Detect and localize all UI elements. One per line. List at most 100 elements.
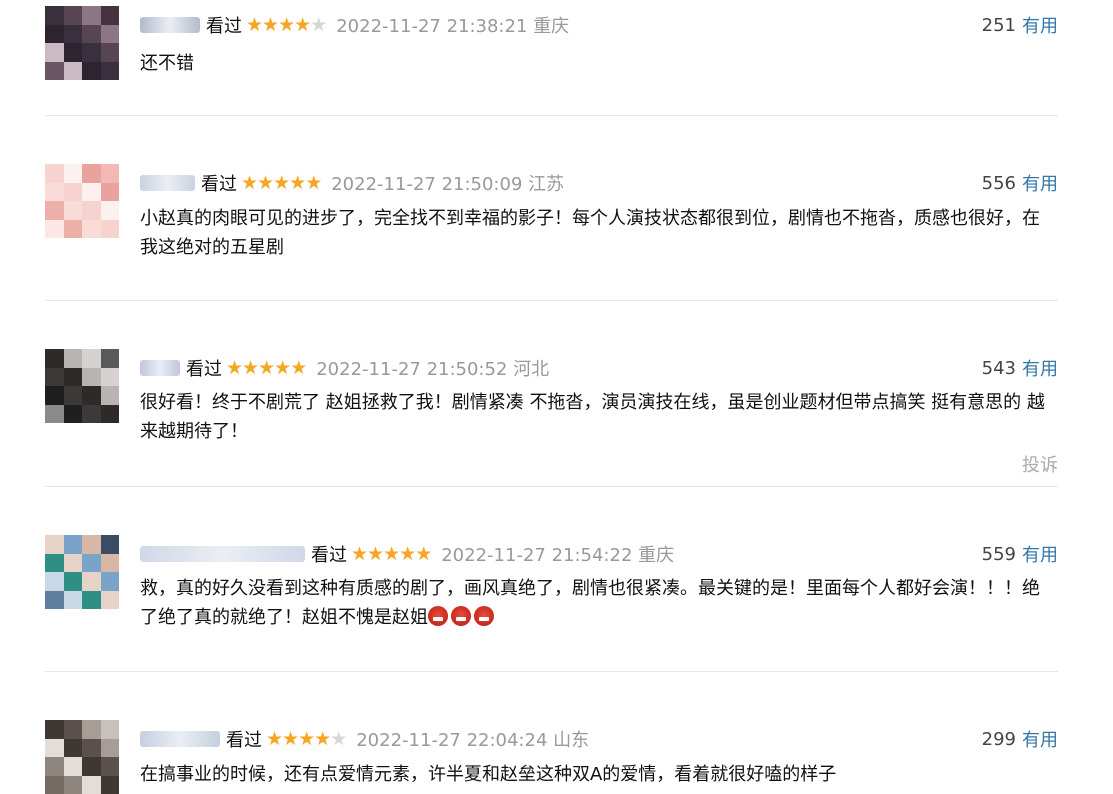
comment-time: 2022-11-27 21:38:21 (336, 16, 528, 37)
comment-item: 看过 ★ ★ ★ ★ ★ 2022-11-27 21:38:21 重庆 251 有用 还不错 (0, 0, 1113, 116)
star-filled-icon: ★ (298, 727, 315, 750)
comment-time: 2022-11-27 21:50:52 (316, 359, 508, 380)
useful-button[interactable]: 有用 (1022, 355, 1058, 381)
angry-face-emoji-icon (428, 606, 448, 626)
angry-face-emoji-icon (451, 606, 471, 626)
comment-text-block: 救，真的好久没看到这种有质感的剧了，画风真绝了，剧情也很紧凑。最关键的是！里面每… (140, 574, 1055, 632)
comment-text: 很好看！终于不剧荒了 赵姐拯救了我！剧情紧凑 不拖沓，演员演技在线，虽是创业题材… (140, 392, 1045, 442)
watched-status: 看过 (201, 174, 237, 195)
vote-count: 299 (981, 728, 1016, 750)
useful-button[interactable]: 有用 (1022, 170, 1058, 196)
username-blurred[interactable] (140, 360, 180, 376)
username-blurred[interactable] (140, 17, 200, 33)
vote-area: 543 有用 (982, 355, 1058, 381)
star-filled-icon: ★ (258, 356, 275, 379)
avatar[interactable] (45, 720, 119, 794)
avatar[interactable] (45, 164, 119, 238)
star-filled-icon: ★ (305, 171, 322, 194)
comment-header: 看过 ★ ★ ★ ★ ★ 2022-11-27 22:04:24 山东 (140, 726, 589, 752)
comment-time: 2022-11-27 21:54:22 (441, 545, 633, 566)
vote-count: 251 (981, 14, 1016, 36)
comment-item: 看过 ★ ★ ★ ★ ★ 2022-11-27 21:50:09 江苏 556 有用 小赵真的肉眼… (0, 116, 1113, 301)
comment-item: 看过 ★ ★ ★ ★ ★ 2022-11-27 22:04:24 山东 299 有用 在搞事业的时… (0, 672, 1113, 794)
star-filled-icon: ★ (367, 542, 384, 565)
comment-location: 河北 (513, 359, 550, 380)
star-filled-icon: ★ (274, 356, 291, 379)
watched-status: 看过 (186, 359, 222, 380)
star-empty-icon: ★ (330, 727, 347, 750)
comment-item: 看过 ★ ★ ★ ★ ★ 2022-11-27 21:50:52 河北 543 有用 很好看！终于… (0, 301, 1113, 487)
comment-time: 2022-11-27 22:04:24 (356, 730, 548, 751)
star-filled-icon: ★ (383, 542, 400, 565)
vote-count: 543 (981, 357, 1016, 379)
star-filled-icon: ★ (226, 356, 243, 379)
comment-text-block: 还不错 (140, 49, 1055, 78)
vote-area: 251 有用 (982, 12, 1058, 38)
comment-header: 看过 ★ ★ ★ ★ ★ 2022-11-27 21:50:52 河北 (140, 355, 549, 381)
comment-text: 小赵真的肉眼可见的进步了，完全找不到幸福的影子！每个人演技状态都很到位，剧情也不… (140, 208, 1040, 258)
comment-text-block: 很好看！终于不剧荒了 赵姐拯救了我！剧情紧凑 不拖沓，演员演技在线，虽是创业题材… (140, 388, 1055, 446)
star-filled-icon: ★ (282, 727, 299, 750)
comment-text: 还不错 (140, 53, 194, 74)
vote-area: 299 有用 (982, 726, 1058, 752)
star-filled-icon: ★ (273, 171, 290, 194)
rating-stars: ★ ★ ★ ★ ★ (246, 13, 327, 36)
star-filled-icon: ★ (257, 171, 274, 194)
rating-stars: ★ ★ ★ ★ ★ (351, 542, 432, 565)
vote-area: 559 有用 (982, 541, 1058, 567)
rating-stars: ★ ★ ★ ★ ★ (226, 356, 307, 379)
watched-status: 看过 (311, 545, 347, 566)
star-filled-icon: ★ (294, 13, 311, 36)
username-blurred[interactable] (140, 731, 220, 747)
comment-header: 看过 ★ ★ ★ ★ ★ 2022-11-27 21:38:21 重庆 (140, 12, 569, 38)
comment-location: 江苏 (528, 174, 565, 195)
comment-header: 看过 ★ ★ ★ ★ ★ 2022-11-27 21:54:22 重庆 (140, 541, 674, 567)
username-blurred[interactable] (140, 175, 195, 191)
comment-location: 重庆 (638, 545, 675, 566)
useful-button[interactable]: 有用 (1022, 726, 1058, 752)
vote-area: 556 有用 (982, 170, 1058, 196)
star-filled-icon: ★ (262, 13, 279, 36)
vote-count: 559 (981, 543, 1016, 565)
comment-text: 在搞事业的时候，还有点爱情元素，许半夏和赵垒这种双A的爱情，看着就很好嗑的样子 (140, 764, 837, 785)
avatar[interactable] (45, 6, 119, 80)
star-filled-icon: ★ (351, 542, 368, 565)
star-filled-icon: ★ (246, 13, 263, 36)
comment-meta: 2022-11-27 21:50:52 河北 (316, 355, 549, 381)
star-filled-icon: ★ (290, 356, 307, 379)
avatar[interactable] (45, 349, 119, 423)
comment-text: 救，真的好久没看到这种有质感的剧了，画风真绝了，剧情也很紧凑。最关键的是！里面每… (140, 578, 1040, 628)
username-blurred[interactable] (140, 546, 305, 562)
star-filled-icon: ★ (314, 727, 331, 750)
avatar[interactable] (45, 535, 119, 609)
comment-time: 2022-11-27 21:50:09 (331, 174, 523, 195)
comment-meta: 2022-11-27 21:50:09 江苏 (331, 170, 564, 196)
star-filled-icon: ★ (278, 13, 295, 36)
star-filled-icon: ★ (415, 542, 432, 565)
rating-stars: ★ ★ ★ ★ ★ (241, 171, 322, 194)
comment-meta: 2022-11-27 22:04:24 山东 (356, 726, 589, 752)
comment-meta: 2022-11-27 21:38:21 重庆 (336, 12, 569, 38)
star-filled-icon: ★ (242, 356, 259, 379)
comment-text-block: 在搞事业的时候，还有点爱情元素，许半夏和赵垒这种双A的爱情，看着就很好嗑的样子 (140, 760, 1055, 789)
angry-face-emoji-icon (474, 606, 494, 626)
comment-text-block: 小赵真的肉眼可见的进步了，完全找不到幸福的影子！每个人演技状态都很到位，剧情也不… (140, 204, 1055, 262)
vote-count: 556 (981, 172, 1016, 194)
comment-header: 看过 ★ ★ ★ ★ ★ 2022-11-27 21:50:09 江苏 (140, 170, 564, 196)
comment-meta: 2022-11-27 21:54:22 重庆 (441, 541, 674, 567)
report-link[interactable]: 投诉 (1022, 451, 1058, 477)
star-filled-icon: ★ (289, 171, 306, 194)
star-filled-icon: ★ (399, 542, 416, 565)
useful-button[interactable]: 有用 (1022, 541, 1058, 567)
comment-list: 看过 ★ ★ ★ ★ ★ 2022-11-27 21:38:21 重庆 251 有用 还不错 看过 ★… (0, 0, 1113, 794)
comment-location: 重庆 (533, 16, 570, 37)
rating-stars: ★ ★ ★ ★ ★ (266, 727, 347, 750)
watched-status: 看过 (206, 16, 242, 37)
comment-location: 山东 (553, 730, 590, 751)
star-filled-icon: ★ (241, 171, 258, 194)
star-empty-icon: ★ (310, 13, 327, 36)
star-filled-icon: ★ (266, 727, 283, 750)
comment-item: 看过 ★ ★ ★ ★ ★ 2022-11-27 21:54:22 重庆 559 有用 救，真的好久… (0, 487, 1113, 672)
useful-button[interactable]: 有用 (1022, 12, 1058, 38)
watched-status: 看过 (226, 730, 262, 751)
